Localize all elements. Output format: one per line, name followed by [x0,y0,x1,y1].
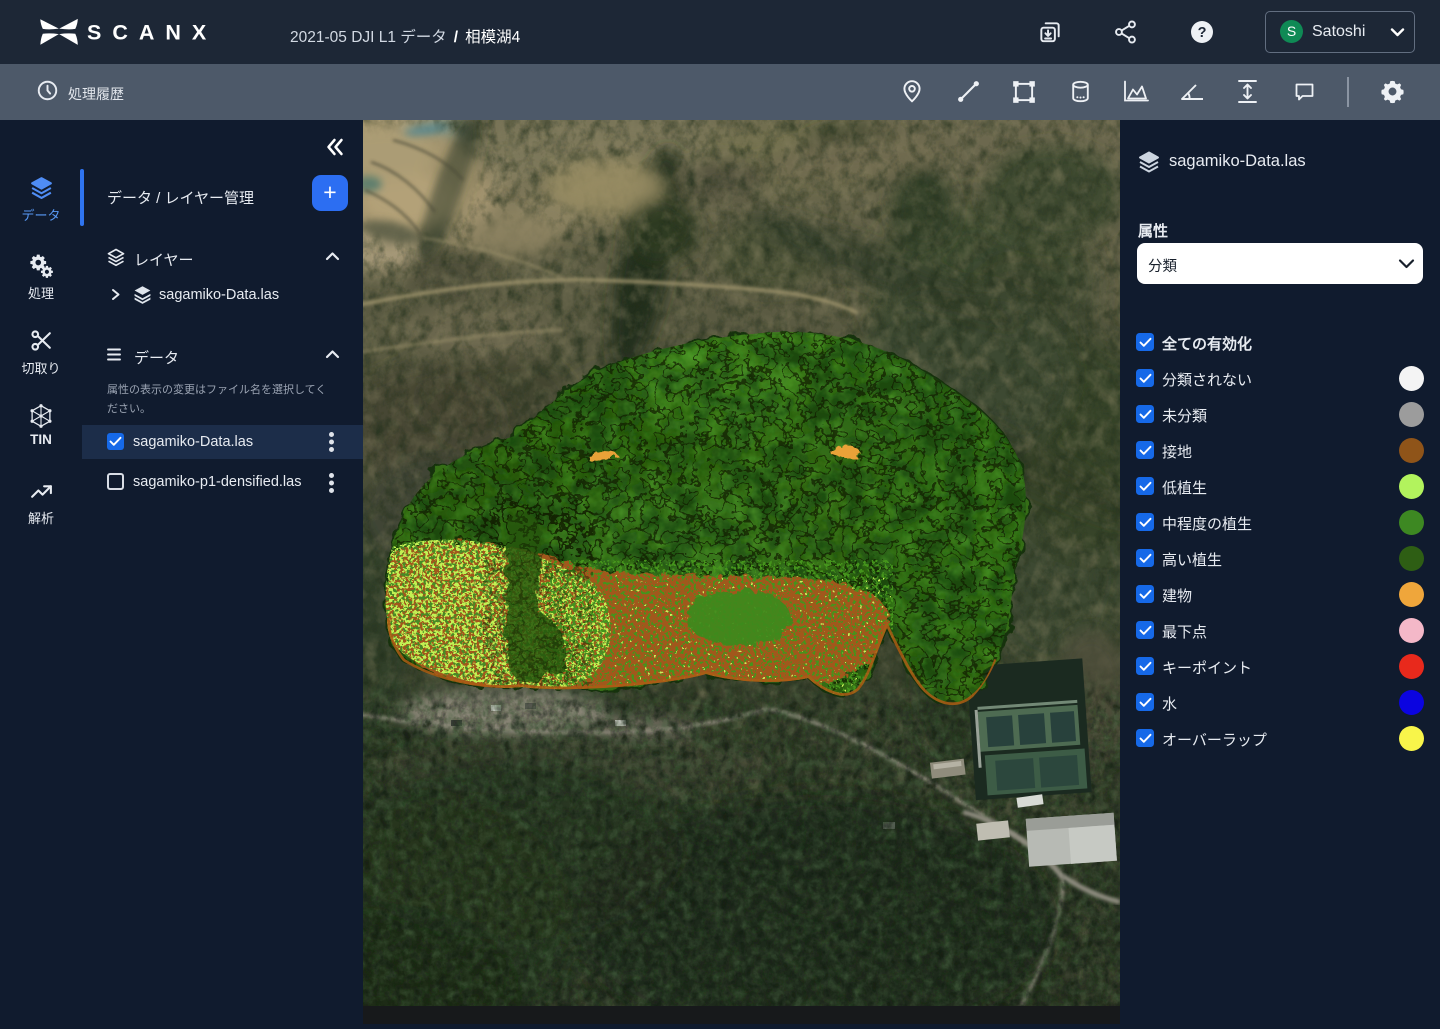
svg-text:?: ? [1198,25,1207,41]
svg-text:SCANX: SCANX [87,21,217,45]
